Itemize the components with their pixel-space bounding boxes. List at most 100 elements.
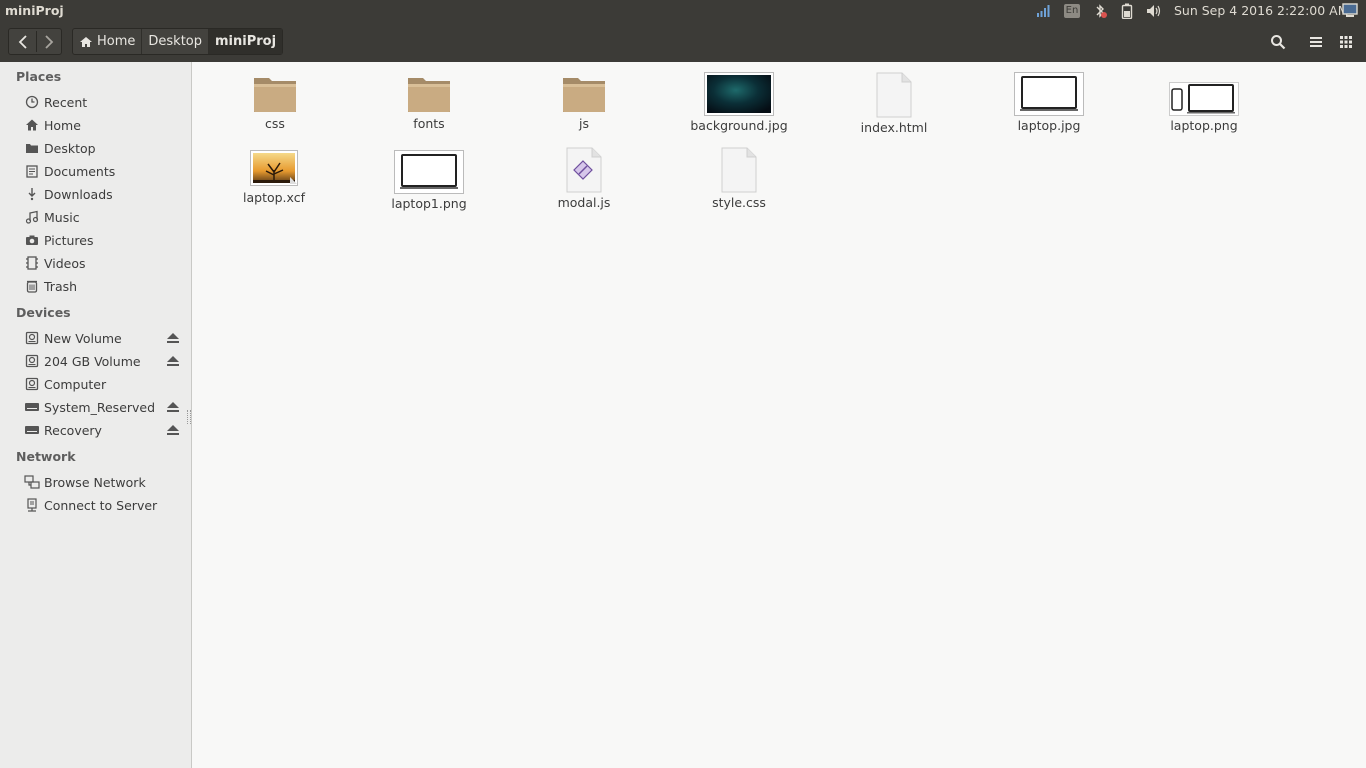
sidebar-item-music[interactable]: Music — [24, 207, 184, 227]
file-item-modal-js[interactable]: modal.js — [519, 147, 649, 210]
file-view[interactable]: css fonts js background.jpg index.html l… — [192, 62, 1366, 768]
music-icon — [24, 209, 40, 225]
file-name: style.css — [712, 195, 766, 210]
bluetooth-icon[interactable] — [1091, 0, 1109, 21]
sidebar-item-trash[interactable]: Trash — [24, 276, 184, 296]
devices-heading: Devices — [16, 305, 71, 320]
network-heading: Network — [16, 449, 76, 464]
disk-icon — [24, 399, 40, 415]
sidebar-item-recovery[interactable]: Recovery — [24, 420, 184, 440]
file-name: js — [579, 116, 589, 131]
sidebar-item-system-reserved[interactable]: System_Reserved — [24, 397, 184, 417]
back-button[interactable] — [9, 29, 36, 54]
file-name: modal.js — [557, 195, 611, 210]
breadcrumb-home-label: Home — [97, 34, 136, 49]
grid-view-button[interactable] — [1332, 28, 1360, 55]
sidebar-item-label: Downloads — [44, 186, 113, 202]
sidebar-item-label: Pictures — [44, 232, 94, 248]
script-icon — [566, 147, 602, 193]
document-icon — [876, 72, 912, 118]
drive-icon — [24, 353, 40, 369]
sidebar-item-label: Trash — [44, 278, 78, 294]
file-item-css[interactable]: css — [210, 72, 340, 131]
file-item-background-jpg[interactable]: background.jpg — [674, 72, 804, 133]
chevron-left-icon — [18, 34, 27, 49]
sidebar-item-new-volume[interactable]: New Volume — [24, 328, 184, 348]
network-signal-icon[interactable] — [1034, 0, 1052, 21]
breadcrumb: Home Desktop miniProj — [72, 28, 284, 55]
sidebar: Places Recent Home Desktop Documents Dow… — [0, 62, 192, 768]
drive-icon — [24, 376, 40, 392]
eject-icon[interactable] — [166, 354, 180, 368]
file-name: index.html — [860, 120, 928, 135]
laptop-thumbnail-icon — [1014, 72, 1084, 116]
sidebar-item-label: System_Reserved — [44, 399, 156, 415]
sidebar-item-label: Recovery — [44, 422, 102, 438]
sidebar-resize-handle[interactable] — [187, 410, 191, 424]
list-view-button[interactable] — [1302, 28, 1330, 55]
navigation-buttons — [8, 28, 62, 55]
folder-icon — [408, 78, 450, 112]
file-item-fonts[interactable]: fonts — [364, 72, 494, 131]
gimp-image-icon — [250, 150, 298, 186]
sidebar-item-pictures[interactable]: Pictures — [24, 230, 184, 250]
file-name: css — [265, 116, 285, 131]
file-item-js[interactable]: js — [519, 72, 649, 131]
file-item-laptop1-png[interactable]: laptop1.png — [364, 150, 494, 211]
sidebar-item-204gb-volume[interactable]: 204 GB Volume — [24, 351, 184, 371]
list-view-icon — [1310, 36, 1322, 47]
battery-icon[interactable] — [1118, 0, 1136, 21]
file-item-style-css[interactable]: style.css — [674, 147, 804, 210]
sidebar-item-home[interactable]: Home — [24, 115, 184, 135]
image-thumbnail-icon — [704, 72, 774, 116]
file-item-laptop-xcf[interactable]: laptop.xcf — [209, 150, 339, 205]
eject-icon[interactable] — [166, 400, 180, 414]
sidebar-item-label: Documents — [44, 163, 116, 179]
disk-icon — [24, 422, 40, 438]
sidebar-item-label: Home — [44, 117, 81, 133]
volume-icon[interactable] — [1145, 0, 1165, 21]
keyboard-layout-label: En — [1063, 3, 1081, 18]
eject-icon[interactable] — [166, 331, 180, 345]
chevron-right-icon — [45, 34, 54, 49]
drive-icon — [24, 330, 40, 346]
sidebar-item-documents[interactable]: Documents — [24, 161, 184, 181]
eject-icon[interactable] — [166, 423, 180, 437]
session-icon[interactable] — [1340, 0, 1360, 21]
file-item-index-html[interactable]: index.html — [829, 72, 959, 135]
document-icon — [24, 163, 40, 179]
file-name: fonts — [413, 116, 445, 131]
file-name: laptop.png — [1170, 118, 1238, 133]
breadcrumb-desktop-label: Desktop — [148, 34, 203, 49]
sidebar-item-browse-network[interactable]: Browse Network — [24, 472, 184, 492]
keyboard-icon[interactable]: En — [1062, 0, 1082, 21]
document-icon — [721, 147, 757, 193]
download-icon — [24, 186, 40, 202]
sidebar-item-videos[interactable]: Videos — [24, 253, 184, 273]
breadcrumb-home[interactable]: Home — [73, 29, 143, 54]
file-item-laptop-png[interactable]: laptop.png — [1139, 72, 1269, 133]
breadcrumb-miniproj-label: miniProj — [215, 34, 277, 49]
sidebar-item-desktop[interactable]: Desktop — [24, 138, 184, 158]
search-button[interactable] — [1264, 28, 1292, 55]
home-icon — [80, 36, 92, 47]
sidebar-item-recent[interactable]: Recent — [24, 92, 184, 112]
breadcrumb-desktop[interactable]: Desktop — [142, 29, 210, 54]
grid-view-icon — [1340, 35, 1352, 48]
places-heading: Places — [16, 69, 62, 84]
file-item-laptop-jpg[interactable]: laptop.jpg — [984, 72, 1114, 133]
network-icon — [24, 474, 40, 490]
clock[interactable]: Sun Sep 4 2016 2:22:00 AM — [1174, 3, 1349, 18]
forward-button[interactable] — [36, 29, 62, 54]
search-icon — [1271, 34, 1286, 49]
sidebar-item-label: Recent — [44, 94, 88, 110]
sidebar-item-connect-to-server[interactable]: Connect to Server — [24, 495, 184, 515]
sidebar-item-downloads[interactable]: Downloads — [24, 184, 184, 204]
server-icon — [24, 497, 40, 513]
file-name: background.jpg — [690, 118, 788, 133]
trash-icon — [24, 278, 40, 294]
sidebar-item-label: Computer — [44, 376, 107, 392]
sidebar-item-label: Videos — [44, 255, 86, 271]
sidebar-item-computer[interactable]: Computer — [24, 374, 184, 394]
breadcrumb-miniproj[interactable]: miniProj — [209, 29, 283, 54]
